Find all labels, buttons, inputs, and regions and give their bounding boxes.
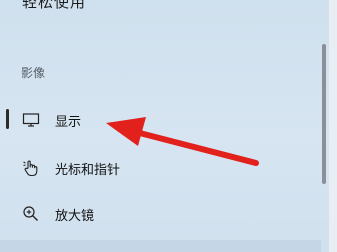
pointer-hand-icon bbox=[22, 159, 40, 177]
section-header-vision: 影像 bbox=[21, 66, 46, 80]
nav-item-label: 光标和指针 bbox=[55, 163, 121, 178]
nav-item-cursor-pointer[interactable]: 光标和指针 bbox=[0, 148, 305, 188]
magnifier-icon bbox=[22, 205, 40, 223]
window-edge bbox=[329, 0, 337, 252]
nav-item-label: 放大镜 bbox=[55, 209, 95, 224]
nav-item-label: 显示 bbox=[55, 115, 82, 130]
selected-indicator bbox=[6, 109, 9, 129]
scrollbar-thumb[interactable] bbox=[322, 44, 326, 184]
next-item-partial bbox=[0, 240, 321, 252]
partial-heading: 轻松使用 bbox=[22, 0, 87, 11]
monitor-icon bbox=[22, 111, 40, 129]
nav-item-magnifier[interactable]: 放大镜 bbox=[0, 194, 305, 234]
nav-item-display[interactable]: 显示 bbox=[0, 100, 305, 140]
settings-window: 轻松使用 影像 显示 光标和指针 放大镜 bbox=[0, 0, 337, 252]
